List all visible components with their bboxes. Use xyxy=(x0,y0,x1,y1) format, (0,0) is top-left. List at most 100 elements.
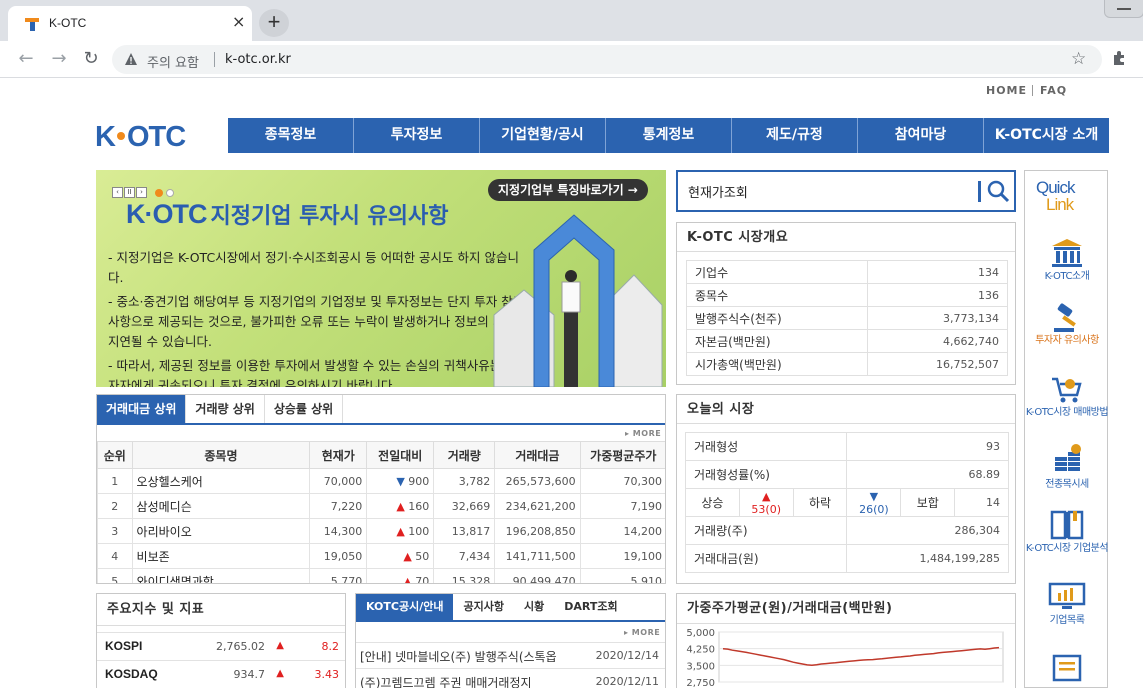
tm-down-label: 하락 xyxy=(792,488,848,517)
tm-value: 93 xyxy=(846,432,1009,461)
url-text[interactable]: k-otc.or.kr xyxy=(225,52,291,67)
back-icon[interactable]: ← xyxy=(15,48,37,70)
table-row[interactable]: 3 아리바이오 14,300 ▲ 100 13,817 196,208,850 … xyxy=(97,518,665,544)
table-row: 거래량(주) 286,304 xyxy=(684,516,1009,545)
notice-date: 2020/12/11 xyxy=(595,675,659,688)
table-row: 거래형성 93 xyxy=(684,432,1009,461)
tab-announcements[interactable]: 공지사항 xyxy=(453,594,513,620)
up-arrow-icon: ▲ xyxy=(396,499,405,513)
notice-date: 2020/12/14 xyxy=(595,649,659,662)
ranking-more-link[interactable]: ▸ MORE xyxy=(625,429,661,438)
stock-name-link[interactable]: 아리바이오 xyxy=(131,518,311,544)
banner-shortcut-button[interactable]: 지정기업부 특징바로가기 → xyxy=(488,179,648,201)
tab-market-news[interactable]: 시황 xyxy=(514,594,554,620)
table-row[interactable]: 5 와이디생명과학 5,770 ▲ 70 15,328 90,499,470 5… xyxy=(97,568,665,584)
today-market-box: 오늘의 시장 거래형성 93 거래형성률(%) 68.89 상승 ▲ 53(0)… xyxy=(676,394,1016,584)
table-row[interactable]: 4 비보존 19,050 ▲ 50 7,434 141,711,500 19,1… xyxy=(97,543,665,569)
stock-name-link[interactable]: 삼성메디슨 xyxy=(131,493,311,519)
col-header: 순위 xyxy=(97,441,133,469)
chart-plot-area xyxy=(718,631,1004,683)
tab-dart[interactable]: DART조회 xyxy=(554,594,627,620)
quick-item-about[interactable]: K-OTC소개 xyxy=(1025,237,1109,283)
reload-icon[interactable]: ↻ xyxy=(80,48,102,70)
browser-tab[interactable]: K-OTC × xyxy=(8,6,252,41)
tm-key: 거래량(주) xyxy=(684,516,848,545)
notice-title[interactable]: (주)끄렘드끄렘 주권 매매거래정지 xyxy=(360,674,592,688)
banner-next-button[interactable]: › xyxy=(136,187,147,198)
today-market-table: 거래형성 93 거래형성률(%) 68.89 상승 ▲ 53(0) 하락 ▼ 2… xyxy=(684,432,1009,573)
stock-name-link[interactable]: 오상헬스케어 xyxy=(131,468,311,494)
book-icon xyxy=(1050,510,1084,540)
list-item[interactable]: [안내] 넷마블네오(주) 발행주식(스톡옵 2020/12/14 xyxy=(356,642,665,667)
extensions-icon[interactable] xyxy=(1112,50,1128,66)
index-change: 3.43 xyxy=(314,668,340,681)
bookmark-star-icon[interactable]: ☆ xyxy=(1071,49,1086,69)
chart-y-tick-label: 2,750 xyxy=(686,678,715,688)
tab-kotc-disclosure[interactable]: KOTC공시/안내 xyxy=(356,594,454,620)
cart-icon xyxy=(1052,377,1082,403)
wavg-cell: 14,200 xyxy=(579,518,665,544)
svg-text:K: K xyxy=(95,121,116,153)
table-row[interactable]: 2 삼성메디슨 7,220 ▲ 160 32,669 234,621,200 7… xyxy=(97,493,665,519)
list-item[interactable]: (주)끄렘드끄렘 주권 매매거래정지 2020/12/11 xyxy=(356,668,665,688)
change-value: 70 xyxy=(415,574,430,584)
index-row-kosdaq[interactable]: KOSDAQ 934.7 ▲ 3.43 xyxy=(97,660,345,688)
gnb-item-about-market[interactable]: K-OTC시장 소개 xyxy=(983,118,1109,153)
wavg-cell: 7,190 xyxy=(579,493,665,519)
gnb-item-regulation[interactable]: 제도/규정 xyxy=(731,118,857,153)
gnb-item-statistics[interactable]: 통계정보 xyxy=(605,118,731,153)
banner-prev-button[interactable]: ‹ xyxy=(112,187,123,198)
faq-link[interactable]: FAQ xyxy=(1040,84,1067,97)
svg-text:OTC: OTC xyxy=(127,121,186,153)
omnibox[interactable]: 주의 요함 k-otc.or.kr ☆ xyxy=(112,45,1102,74)
tab-trade-amount[interactable]: 거래대금 상위 xyxy=(97,395,187,423)
new-tab-button[interactable]: + xyxy=(259,9,289,37)
stock-name-link[interactable]: 비보존 xyxy=(131,543,311,569)
quick-item-trading-method[interactable]: K-OTC시장 매매방법 xyxy=(1025,375,1109,419)
change-cell: ▲ 70 xyxy=(366,568,435,584)
quick-item-company-list[interactable]: 기업목록 xyxy=(1025,581,1109,627)
volume-cell: 3,782 xyxy=(433,468,496,494)
gnb-item-stock-info[interactable]: 종목정보 xyxy=(228,118,353,153)
search-input[interactable] xyxy=(688,182,968,200)
home-link[interactable]: HOME xyxy=(986,84,1027,97)
tab-rise-rate[interactable]: 상승률 상위 xyxy=(265,395,344,423)
table-row: 자본금(백만원) 4,662,740 xyxy=(685,329,1008,353)
notice-more-link[interactable]: ▸ MORE xyxy=(624,628,660,637)
mo-value: 136 xyxy=(867,283,1008,307)
kotc-logo[interactable]: K OTC xyxy=(95,119,205,153)
market-overview-box: K-OTC 시장개요 기업수 134 종목수 136 발행주식수(천주) 3,773,… xyxy=(676,222,1016,385)
quick-item-all-quotes[interactable]: 전종목시세 xyxy=(1025,443,1109,491)
quick-item-company-analysis[interactable]: K-OTC시장 기업분석 xyxy=(1025,509,1109,555)
index-row-kospi[interactable]: KOSPI 2,765.02 ▲ 8.2 xyxy=(97,632,345,660)
gnb-item-participation[interactable]: 참여마당 xyxy=(857,118,983,153)
gnb-item-company-disclosure[interactable]: 기업현황/공시 xyxy=(479,118,605,153)
price-chart-box: 가중주가평균(원)/거래대금(백만원) 5,000 4,250 3,500 2,750 xyxy=(676,593,1016,688)
window-minimize-button[interactable] xyxy=(1104,0,1143,18)
notice-banner[interactable]: ‹ II › 지정기업부 특징바로가기 → K·OTC 지정기업 투자시 유의사항 -… xyxy=(96,170,666,387)
wavg-cell: 5,910 xyxy=(579,568,665,583)
tm-flat-label: 보합 xyxy=(900,488,956,517)
stock-name-link[interactable]: 와이디생명과학 xyxy=(131,568,311,583)
banner-illustration xyxy=(493,214,663,387)
banner-dot-active[interactable] xyxy=(154,188,163,197)
change-cell: ▲ 50 xyxy=(366,543,435,569)
table-row[interactable]: 1 오상헬스케어 70,000 ▼ 900 3,782 265,573,600 … xyxy=(97,468,665,494)
notice-title[interactable]: [안내] 넷마블네오(주) 발행주식(스톡옵 xyxy=(360,648,592,665)
quick-link-title: Quick Link xyxy=(1036,179,1075,213)
gnb-item-investment-info[interactable]: 투자정보 xyxy=(353,118,479,153)
forward-icon[interactable]: → xyxy=(48,48,70,70)
change-value: 100 xyxy=(408,524,430,538)
tab-close-icon[interactable]: × xyxy=(232,14,245,30)
banner-pause-button[interactable]: II xyxy=(124,187,135,198)
tm-down-cell: ▼ 26(0) xyxy=(846,488,902,517)
quick-item-investor-notice[interactable]: 투자자 유의사항 xyxy=(1025,303,1109,347)
quick-item-list[interactable] xyxy=(1025,653,1109,683)
banner-dot[interactable] xyxy=(165,188,174,197)
amount-cell: 90,499,470 xyxy=(494,568,581,583)
change-value: 900 xyxy=(408,474,430,488)
search-icon[interactable] xyxy=(986,179,1010,203)
tab-trade-volume[interactable]: 거래량 상위 xyxy=(186,395,265,423)
tm-up-label: 상승 xyxy=(685,488,740,517)
table-row: 발행주식수(천주) 3,773,134 xyxy=(685,306,1008,330)
